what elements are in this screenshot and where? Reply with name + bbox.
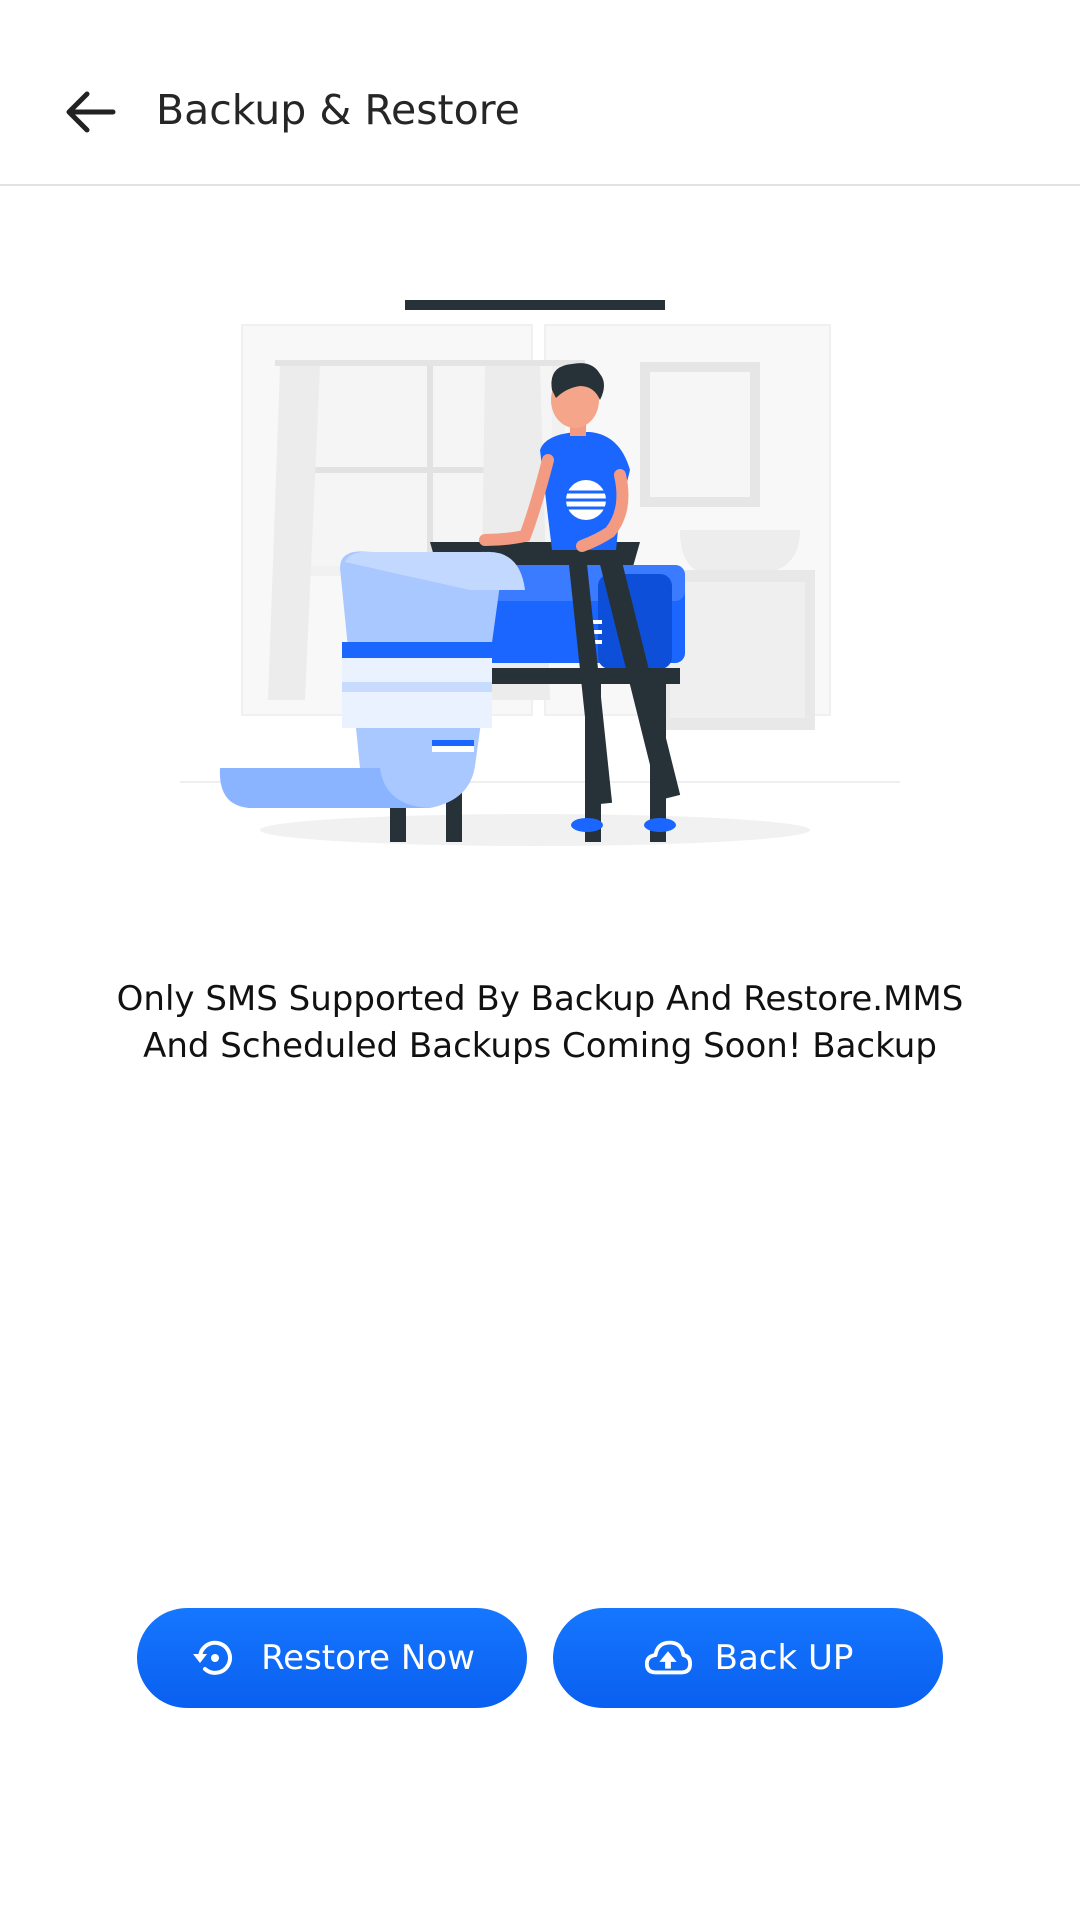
info-message: Only SMS Supported By Backup And Restore…	[116, 979, 964, 1066]
backup-illustration	[170, 300, 900, 860]
back-up-label: Back UP	[714, 1638, 854, 1678]
arrow-left-icon	[63, 90, 117, 138]
app-bar: Backup & Restore	[0, 0, 1080, 186]
back-button[interactable]	[48, 72, 132, 156]
restore-now-label: Restore Now	[261, 1638, 475, 1678]
page-title: Backup & Restore	[156, 86, 520, 134]
restore-now-button[interactable]: Restore Now	[137, 1608, 527, 1708]
cloud-upload-icon	[643, 1633, 693, 1683]
back-up-button[interactable]: Back UP	[553, 1608, 943, 1708]
restore-history-icon	[189, 1633, 239, 1683]
